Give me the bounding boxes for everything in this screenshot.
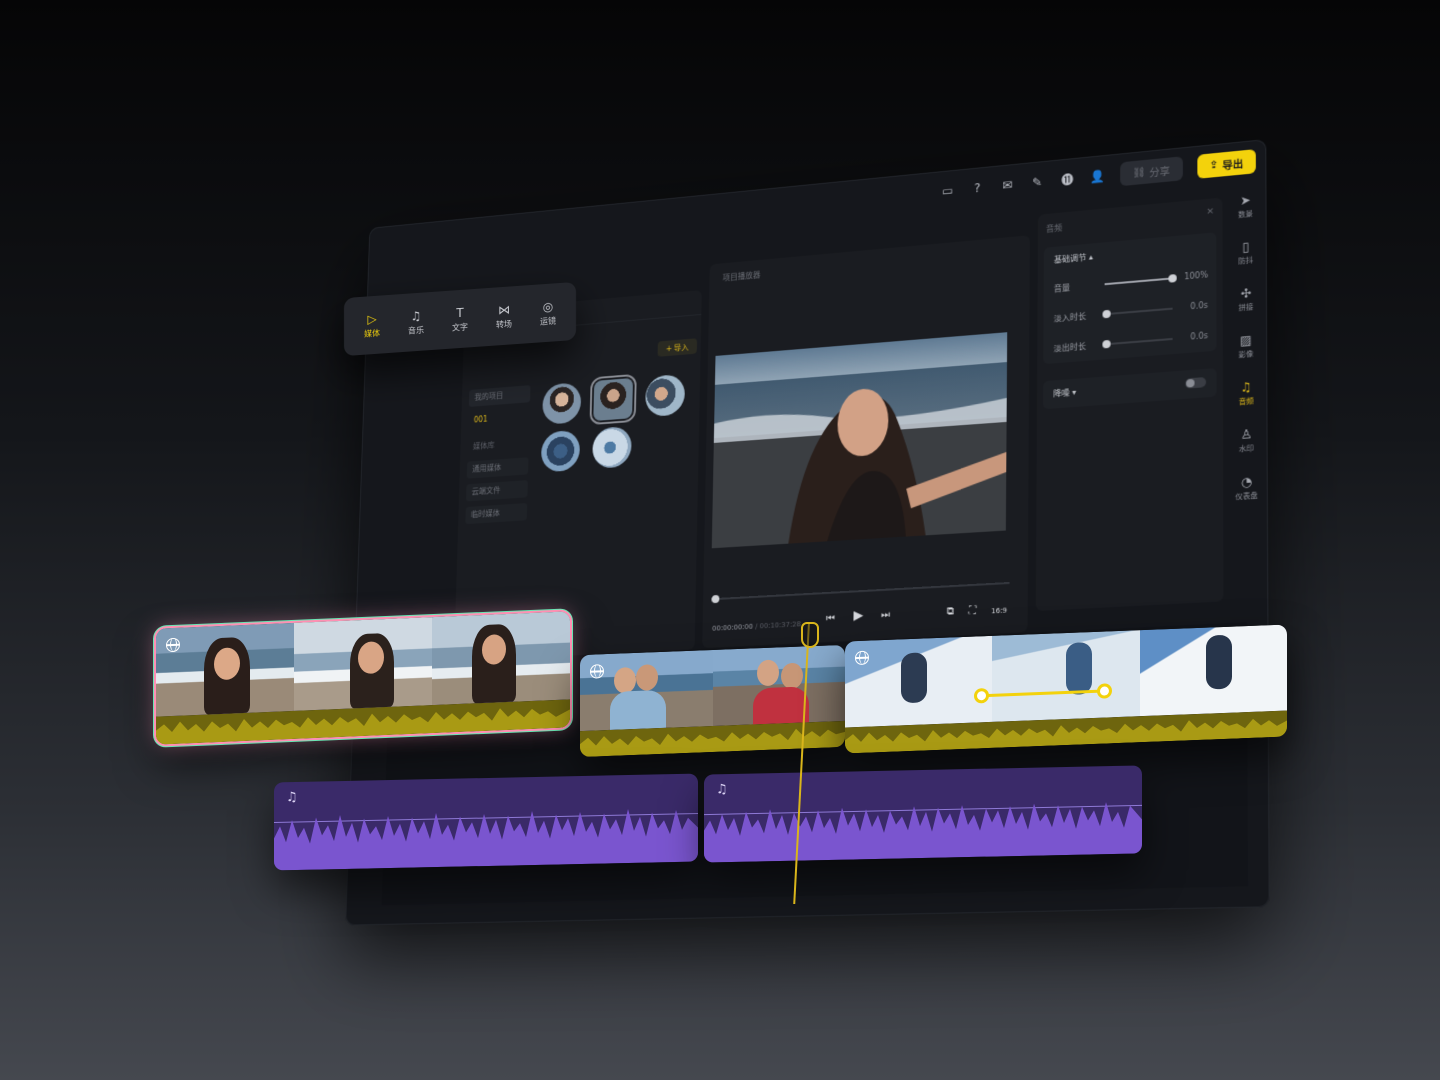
project-header[interactable]: 我的项目 [468, 385, 531, 407]
subtitle-icon[interactable]: ▭ [940, 182, 956, 199]
audio-icon: ♫ [1240, 379, 1252, 395]
tab-media[interactable]: ▷ 媒体 [352, 310, 392, 340]
music-note-icon: ♫ [286, 789, 298, 806]
library-item-cloud[interactable]: 云端文件 [466, 480, 528, 502]
rail-item-audio[interactable]: ♫ 音频 [1229, 379, 1263, 408]
viewer-panel: 项目播放器 00:00:00:00 / 00:10:37:28 ⏮ ▶ ⏭ ⧉ … [702, 235, 1030, 649]
text-icon: T [456, 305, 464, 320]
library-item-general[interactable]: 通用媒体 [466, 457, 529, 479]
denoise-toggle[interactable] [1185, 376, 1207, 389]
slider-knob[interactable] [1102, 339, 1111, 349]
clip-frame [294, 617, 432, 711]
close-icon[interactable]: × [1206, 206, 1214, 217]
fade-out-slider[interactable] [1102, 337, 1173, 349]
gauge-icon: ◔ [1240, 474, 1253, 490]
music-track-2[interactable]: ♫ [704, 765, 1142, 863]
fullscreen-icon[interactable]: ⛶ [969, 605, 976, 617]
basic-adjust-section: 基础调节 ▴ 音量 100% 淡入时长 0.0s 淡出时长 0.0s [1043, 232, 1217, 365]
slider-knob[interactable] [1102, 309, 1111, 319]
aspect-ratio-button[interactable]: 16:9 [991, 606, 1007, 615]
library-header: 媒体库 [472, 440, 495, 451]
music-waveform [274, 809, 698, 871]
clip-frame [992, 630, 1140, 722]
clip-frame [1139, 624, 1287, 717]
upload-icon: ⇪ [1209, 159, 1219, 172]
clip-frame [845, 635, 993, 728]
media-thumbnail-selected[interactable] [589, 373, 637, 426]
clip-frames [156, 611, 570, 717]
media-thumbnail[interactable] [542, 382, 582, 425]
skip-forward-icon[interactable]: ⏭ [881, 610, 890, 622]
mail-icon[interactable]: ✉ [999, 177, 1015, 194]
send-icon: ➤ [1240, 192, 1251, 208]
music-note-icon: ♫ [410, 308, 422, 323]
clip-frame [156, 622, 294, 717]
timeline-scrubber[interactable] [711, 581, 1010, 604]
timecode: 00:00:00:00 / 00:10:37:28 [712, 620, 801, 633]
media-thumbnail[interactable] [540, 429, 581, 473]
video-clip-snowboard[interactable] [845, 624, 1287, 754]
media-nav: 我的项目 001 媒体库 通用媒体 云端文件 临时媒体 [465, 385, 531, 530]
video-clip-beach[interactable] [156, 611, 570, 745]
puzzle-icon: ✣ [1240, 285, 1252, 302]
rail-item-dashboard[interactable]: ◔ 仪表盘 [1229, 474, 1263, 503]
media-thumbnail-grid [540, 373, 689, 473]
rail-item-splice[interactable]: ✣ 拼接 [1229, 285, 1263, 314]
denoise-section: 降噪 ▾ [1043, 368, 1217, 410]
share-button[interactable]: ⛓ 分享 [1120, 156, 1183, 187]
transition-icon: ⋈ [498, 302, 510, 317]
folder-play-icon: ▷ [367, 311, 377, 326]
rail-item-stabilize[interactable]: ▯ 防抖 [1229, 238, 1263, 267]
tab-transition[interactable]: ⋈ 转场 [484, 301, 524, 331]
link-icon: ⛓ [1132, 166, 1146, 179]
tab-text[interactable]: T 文字 [440, 304, 480, 334]
preview-image [711, 332, 1008, 549]
volume-slider[interactable] [1104, 274, 1177, 286]
import-button[interactable]: + 导入 [657, 338, 698, 357]
rail-item-image[interactable]: ▨ 影像 [1229, 332, 1263, 361]
rail-item-scene[interactable]: ➤ 数景 [1229, 192, 1263, 221]
skip-back-icon[interactable]: ⏮ [826, 612, 835, 623]
viewer-title: 项目播放器 [722, 270, 761, 283]
slider-knob[interactable] [1168, 274, 1177, 283]
user-icon[interactable]: 👤 [1090, 168, 1106, 185]
rail-item-watermark[interactable]: ♙ 水印 [1229, 426, 1263, 455]
stamp-icon: ♙ [1240, 426, 1253, 443]
stabilize-icon: ▯ [1242, 239, 1250, 255]
video-preview[interactable] [711, 332, 1008, 549]
clip-frame [432, 611, 570, 706]
export-button[interactable]: ⇪ 导出 [1196, 149, 1256, 179]
help-icon[interactable]: ? [969, 180, 985, 197]
camera-move-icon: ◎ [542, 298, 554, 314]
clip-frame [580, 650, 713, 732]
tab-music[interactable]: ♫ 音乐 [396, 307, 436, 337]
media-thumbnail[interactable] [645, 373, 686, 418]
image-icon: ▨ [1239, 332, 1252, 348]
media-thumbnail[interactable] [592, 425, 632, 469]
top-toolbar: ▭ ? ✉ ✎ ⓫ 👤 ⛓ 分享 ⇪ 导出 [940, 146, 1256, 206]
counter-icon[interactable]: ⓫ [1059, 171, 1075, 188]
fade-in-slider[interactable] [1102, 307, 1173, 319]
music-note-icon: ♫ [716, 782, 728, 798]
play-icon[interactable]: ▶ [853, 608, 863, 624]
audio-panel-title: 音频 [1045, 223, 1063, 234]
audio-panel: 音频 × 基础调节 ▴ 音量 100% 淡入时长 0.0s 淡出时长 0.0s … [1035, 197, 1224, 612]
music-waveform [704, 802, 1142, 863]
crop-icon[interactable]: ⧉ [947, 606, 954, 617]
scrubber-knob[interactable] [711, 594, 720, 604]
project-item-001[interactable]: 001 [468, 408, 530, 430]
music-track-1[interactable]: ♫ [274, 773, 698, 871]
edit-icon[interactable]: ✎ [1029, 174, 1045, 191]
tab-camera-move[interactable]: ◎ 运镜 [528, 298, 568, 328]
right-tool-rail: ➤ 数景 ▯ 防抖 ✣ 拼接 ▨ 影像 ♫ 音频 ♙ 水印 ◔ 仪表盘 [1229, 180, 1264, 613]
library-item-temp[interactable]: 临时媒体 [465, 503, 528, 525]
plus-icon: + [665, 343, 673, 353]
clip-frame [712, 644, 845, 726]
playhead-handle[interactable] [801, 622, 819, 648]
